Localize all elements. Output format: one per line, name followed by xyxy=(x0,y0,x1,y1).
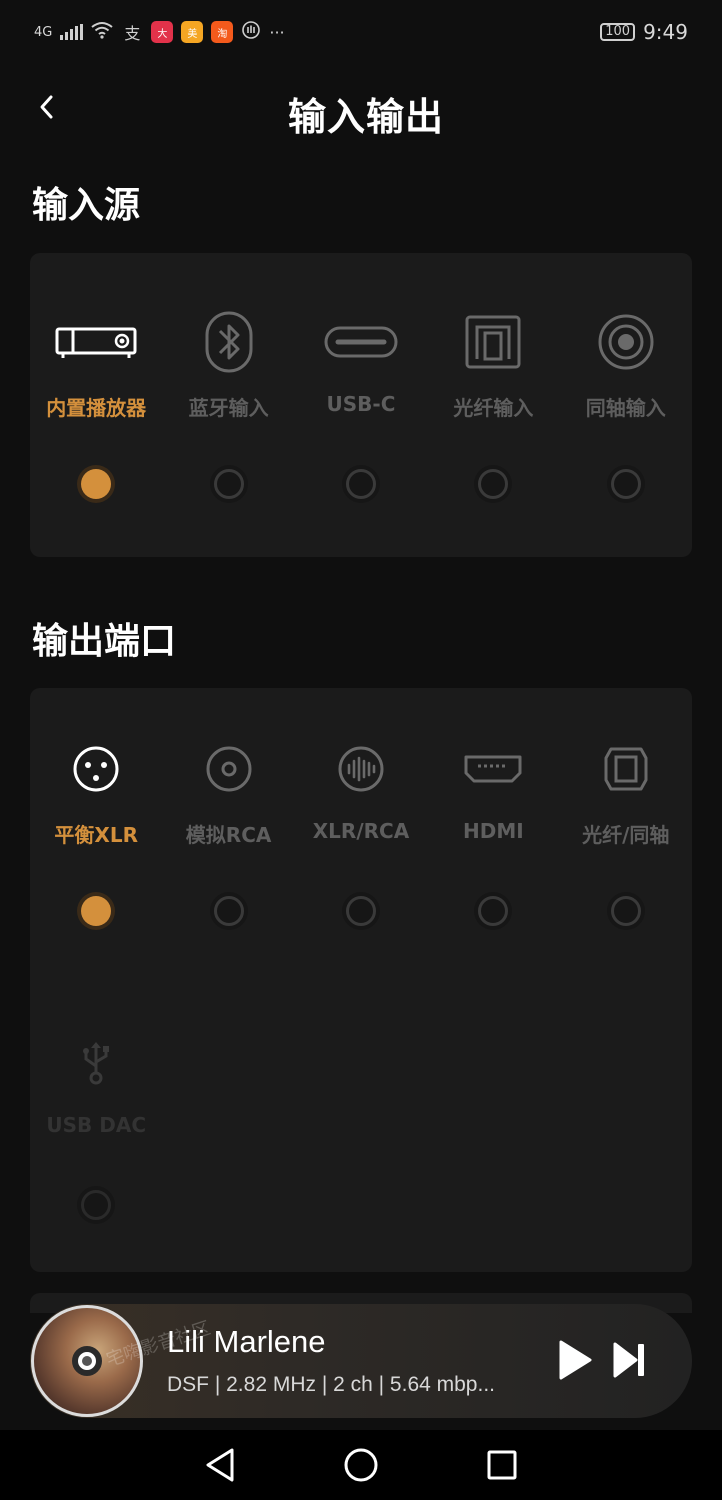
header: 输入输出 xyxy=(0,78,722,140)
coaxial-icon xyxy=(560,307,692,377)
track-format-info: DSF | 2.82 MHz | 2 ch | 5.64 mbp... xyxy=(167,1373,495,1396)
status-right: 100 9:49 xyxy=(600,20,688,44)
hand-icon xyxy=(241,20,261,44)
signal-icon xyxy=(60,24,84,40)
option-label: 光纤/同轴 xyxy=(582,823,670,847)
radio-selected[interactable] xyxy=(77,465,116,503)
skip-next-icon xyxy=(613,1342,644,1378)
next-button[interactable] xyxy=(606,1337,652,1383)
play-button[interactable] xyxy=(552,1337,598,1383)
radio-unselected[interactable] xyxy=(341,892,380,930)
option-label: USB-C xyxy=(326,392,396,416)
radio-disabled[interactable] xyxy=(77,1186,116,1224)
usb-icon xyxy=(30,1028,162,1098)
output-section-title: 输出端口 xyxy=(32,621,177,662)
radio-unselected[interactable] xyxy=(474,465,513,503)
radio-unselected[interactable] xyxy=(606,892,645,930)
circle-home-icon xyxy=(344,1448,378,1482)
optical-coaxial-icon xyxy=(560,734,692,804)
radio-unselected[interactable] xyxy=(209,892,248,930)
dianping-icon: 大 xyxy=(151,21,174,43)
battery-icon: 100 xyxy=(600,23,636,41)
output-options-row-2: USB DAC xyxy=(30,1028,692,1268)
radio-unselected[interactable] xyxy=(341,465,380,503)
network-type: 4G xyxy=(34,24,53,40)
xlr-rca-icon xyxy=(295,734,427,804)
triangle-back-icon xyxy=(206,1448,234,1482)
more-notifications: ··· xyxy=(269,22,285,42)
bluetooth-icon xyxy=(162,307,294,377)
option-label: 内置播放器 xyxy=(46,396,147,420)
hdmi-icon xyxy=(427,734,559,804)
output-option-usb-dac[interactable]: USB DAC xyxy=(30,1028,162,1268)
radio-unselected[interactable] xyxy=(474,892,513,930)
wifi-icon xyxy=(91,21,113,43)
xlr-icon xyxy=(30,734,162,804)
square-recents-icon xyxy=(487,1450,517,1480)
radio-unselected[interactable] xyxy=(606,465,645,503)
play-icon xyxy=(559,1340,592,1380)
option-label: USB DAC xyxy=(46,1113,146,1137)
option-label: XLR/RCA xyxy=(312,819,410,843)
input-options: 内置播放器 蓝牙输入 USB-C 光纤输入 同轴输入 xyxy=(30,307,692,547)
output-option-xlr-rca[interactable]: XLR/RCA xyxy=(295,734,427,974)
output-option-balanced-xlr[interactable]: 平衡XLR xyxy=(30,734,162,974)
radio-selected[interactable] xyxy=(77,892,116,930)
input-section-title: 输入源 xyxy=(32,185,141,226)
input-option-optical[interactable]: 光纤输入 xyxy=(427,307,559,547)
input-option-coaxial[interactable]: 同轴输入 xyxy=(560,307,692,547)
disc-center xyxy=(72,1346,102,1376)
input-option-builtin-player[interactable]: 内置播放器 xyxy=(30,307,162,547)
option-label: HDMI xyxy=(463,819,524,843)
output-port-card: 平衡XLR 模拟RCA XLR/RCA HDMI 光纤/同轴 USB DAC xyxy=(30,688,692,1272)
output-option-optical-coaxial[interactable]: 光纤/同轴 xyxy=(560,734,692,974)
option-label: 同轴输入 xyxy=(585,396,666,420)
status-bar: 4G 支 大 美 淘 ··· 100 9:49 xyxy=(0,0,722,64)
alipay-icon: 支 xyxy=(124,24,141,43)
usb-c-icon xyxy=(295,307,427,377)
input-source-card: 内置播放器 蓝牙输入 USB-C 光纤输入 同轴输入 xyxy=(30,253,692,557)
taobao-icon: 淘 xyxy=(211,21,234,43)
option-label: 平衡XLR xyxy=(54,823,138,847)
status-left: 4G 支 大 美 淘 ··· xyxy=(34,20,285,44)
output-options-row-1: 平衡XLR 模拟RCA XLR/RCA HDMI 光纤/同轴 xyxy=(30,734,692,974)
nav-home-button[interactable] xyxy=(339,1443,383,1487)
output-option-analog-rca[interactable]: 模拟RCA xyxy=(162,734,294,974)
option-label: 光纤输入 xyxy=(453,396,534,420)
meituan-icon: 美 xyxy=(181,21,204,43)
nav-recents-button[interactable] xyxy=(480,1443,524,1487)
radio-unselected[interactable] xyxy=(209,465,248,503)
option-label: 模拟RCA xyxy=(185,823,272,847)
page-title: 输入输出 xyxy=(287,95,444,139)
clock: 9:49 xyxy=(643,20,688,44)
output-option-hdmi[interactable]: HDMI xyxy=(427,734,559,974)
system-nav-bar xyxy=(0,1430,722,1500)
player-device-icon xyxy=(30,307,162,377)
optical-port-icon xyxy=(427,307,559,377)
input-option-bluetooth[interactable]: 蓝牙输入 xyxy=(162,307,294,547)
option-label: 蓝牙输入 xyxy=(188,396,269,420)
nav-back-button[interactable] xyxy=(198,1443,242,1487)
input-option-usb-c[interactable]: USB-C xyxy=(295,307,427,547)
rca-icon xyxy=(162,734,294,804)
